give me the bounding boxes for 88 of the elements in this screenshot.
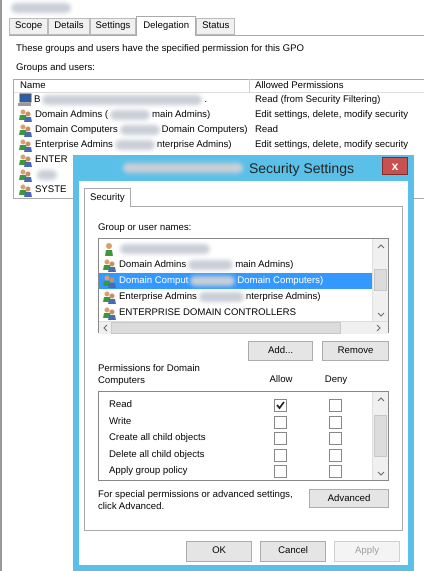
blurred-redaction [188, 260, 234, 270]
name-text: Domain Computers [35, 123, 118, 138]
checkbox[interactable] [328, 399, 342, 412]
tab[interactable]: Delegation [136, 16, 196, 36]
dialog-button[interactable]: OK [186, 541, 252, 562]
section-label: Group or user names: [98, 221, 192, 235]
blurred-redaction [190, 276, 236, 286]
advanced-note: For special permissions or advanced settings, click Advanced. [98, 489, 294, 514]
name-text: main Admins) [152, 108, 210, 122]
name-text: SYSTE [35, 183, 66, 198]
scrollbar[interactable] [372, 239, 388, 322]
advanced-button[interactable]: Advanced [309, 489, 389, 508]
users-icon [102, 290, 117, 304]
blurred-redaction [114, 140, 155, 150]
scrollbar-thumb[interactable] [111, 322, 341, 334]
tab[interactable]: Status [196, 18, 236, 35]
dialog-title: Security Settings [248, 158, 354, 178]
name-text: main Admins) [235, 258, 294, 272]
users-icon [102, 306, 117, 320]
checkbox[interactable] [328, 432, 342, 446]
checkbox[interactable] [328, 448, 342, 462]
blurred-redaction [110, 110, 150, 120]
name-text: Enterprise Admins [35, 138, 113, 152]
column-header: Allow [268, 373, 294, 387]
permission-name: Write [109, 414, 132, 429]
users-icon [18, 123, 33, 138]
user-icon [102, 242, 116, 256]
checkbox[interactable] [274, 448, 286, 462]
checkbox[interactable] [274, 465, 286, 478]
checkbox[interactable] [328, 465, 342, 478]
permission-name: Apply group policy [109, 464, 188, 478]
checkbox[interactable] [328, 416, 342, 429]
users-icon [18, 153, 33, 168]
name-text: ENTERPRISE DOMAIN CONTROLLERS [119, 306, 296, 320]
users-icon [18, 138, 33, 152]
computer-icon [18, 93, 32, 108]
add-button[interactable]: Add... [248, 341, 313, 362]
column-header: Deny [324, 373, 348, 387]
checkbox[interactable] [274, 432, 286, 446]
name-text: Domain Computers) [237, 274, 324, 288]
name-text: B [34, 93, 40, 108]
name-text: Domain Admins ( [35, 108, 108, 122]
checkbox[interactable] [274, 399, 286, 412]
tab[interactable]: Scope [9, 18, 48, 35]
users-icon [102, 258, 117, 272]
name-text: Domain Admins [119, 258, 186, 272]
tab[interactable]: Settings [90, 18, 136, 35]
permission-text: Edit settings, delete, modify security [254, 108, 408, 122]
tab[interactable]: Details [48, 18, 90, 35]
name-text: Domain Comput [119, 274, 188, 288]
blurred-redaction [37, 170, 57, 180]
close-button[interactable]: x [382, 157, 408, 175]
checkbox[interactable] [274, 416, 286, 429]
dialog-button[interactable]: Cancel [260, 541, 326, 562]
permission-text: Read (from Security Filtering) [254, 93, 380, 108]
scrollbar-thumb[interactable] [374, 269, 387, 292]
blurred-redaction [11, 3, 71, 13]
name-text: nterprise Admins) [156, 138, 232, 152]
scrollbar[interactable] [372, 392, 388, 480]
users-icon [18, 108, 33, 122]
permission-name: Delete all child objects [109, 448, 206, 462]
name-text: nterprise Admins) [246, 290, 321, 304]
name-text: . [204, 93, 208, 108]
description-text: These groups and users have the specified permission for this GPO [16, 42, 305, 56]
list-item[interactable]: Enterprise Admins nterprise Admins) [99, 289, 372, 306]
blurred-redaction [120, 125, 160, 136]
tab[interactable]: Security [84, 188, 131, 207]
column-header[interactable]: Allowed Permissions [250, 78, 344, 93]
horizontal-scrollbar[interactable] [99, 321, 388, 334]
users-icon [102, 274, 117, 288]
name-text: ENTER [35, 153, 68, 168]
permission-text: Edit settings, delete, modify security [254, 138, 408, 152]
permission-text: Read [254, 123, 278, 138]
name-text: Domain Computers) [162, 123, 248, 138]
users-icon [18, 168, 33, 182]
blurred-redaction [198, 292, 244, 302]
column-header[interactable]: Name [14, 78, 250, 93]
scrollbar-thumb[interactable] [374, 415, 387, 458]
permission-name: Create all child objects [109, 431, 207, 446]
check-icon [276, 401, 284, 410]
name-text: Enterprise Admins [119, 290, 197, 304]
section-label: Groups and users: [16, 61, 96, 76]
users-icon [18, 183, 33, 198]
list-item[interactable]: Domain Admins main Admins) [99, 257, 372, 274]
permission-name: Read [109, 398, 133, 412]
remove-button[interactable]: Remove [322, 341, 389, 362]
list-item[interactable]: ENTERPRISE DOMAIN CONTROLLERS [99, 305, 372, 322]
permissions-label: Permissions for Domain Computers [98, 363, 201, 388]
